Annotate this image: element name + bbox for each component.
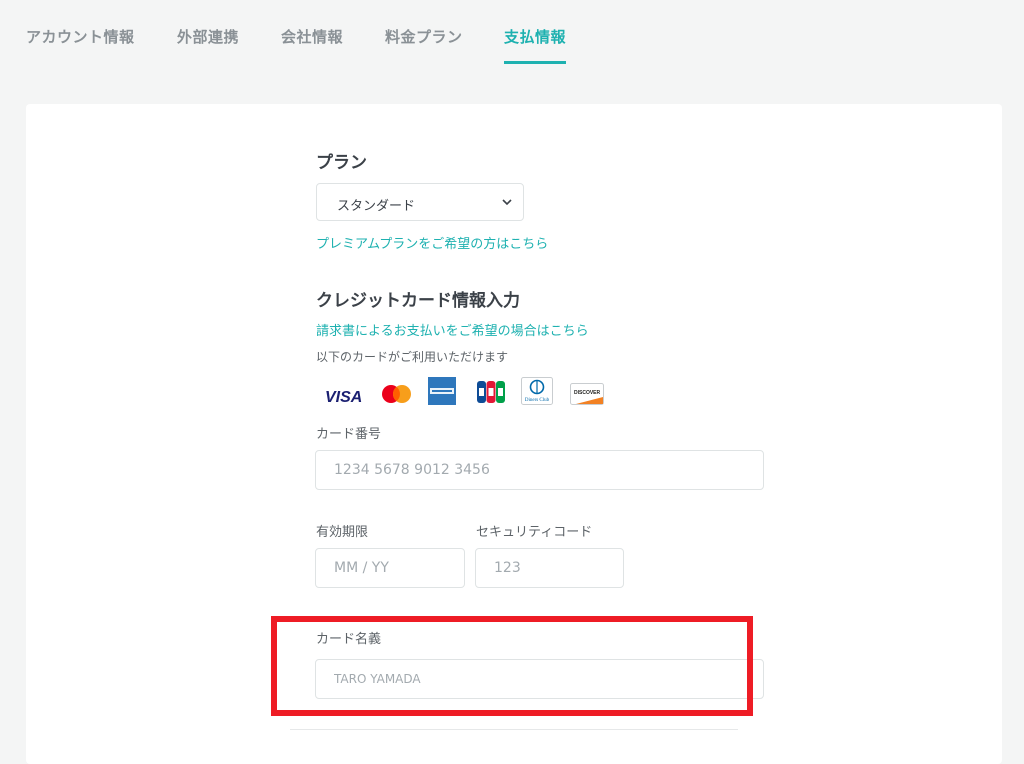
expiry-input[interactable]: [315, 548, 465, 588]
settings-tabs: アカウント情報 外部連携 会社情報 料金プラン 支払情報: [0, 0, 1024, 64]
card-brand-logos: VISA Diners Club DISCOVER: [324, 376, 624, 406]
security-code-input[interactable]: [475, 548, 624, 588]
diners-club-icon: Diners Club: [521, 377, 553, 405]
premium-plan-link[interactable]: プレミアムプランをご希望の方はこちら: [316, 233, 548, 252]
chevron-down-icon: [502, 199, 512, 206]
expiry-label: 有効期限: [316, 525, 369, 540]
svg-text:DISCOVER: DISCOVER: [574, 390, 601, 396]
tab-account-info[interactable]: アカウント情報: [26, 26, 135, 61]
plan-select[interactable]: スタンダード: [316, 183, 524, 221]
plan-select-value: スタンダード: [337, 199, 416, 214]
amex-icon: [428, 377, 456, 405]
card-number-label: カード番号: [316, 427, 382, 442]
invoice-payment-link[interactable]: 請求書によるお支払いをご希望の場合はこちら: [316, 320, 589, 339]
tab-integrations[interactable]: 外部連携: [177, 26, 239, 61]
tab-pricing-plan[interactable]: 料金プラン: [385, 26, 463, 61]
discover-icon: DISCOVER: [570, 383, 604, 405]
credit-card-heading: クレジットカード情報入力: [316, 291, 520, 311]
divider: [290, 729, 738, 730]
svg-text:VISA: VISA: [325, 389, 362, 406]
tab-payment-info[interactable]: 支払情報: [504, 26, 567, 64]
security-code-label: セキュリティコード: [476, 525, 593, 540]
jcb-icon: [477, 381, 505, 403]
svg-text:Diners Club: Diners Club: [525, 398, 550, 403]
accepted-cards-note: 以下のカードがご利用いただけます: [316, 350, 509, 364]
highlight-box: [271, 616, 753, 716]
tab-company-info[interactable]: 会社情報: [281, 26, 343, 61]
visa-icon: VISA: [325, 389, 362, 406]
card-number-input[interactable]: [315, 450, 764, 490]
mastercard-icon: [382, 385, 411, 403]
plan-heading: プラン: [316, 153, 367, 173]
